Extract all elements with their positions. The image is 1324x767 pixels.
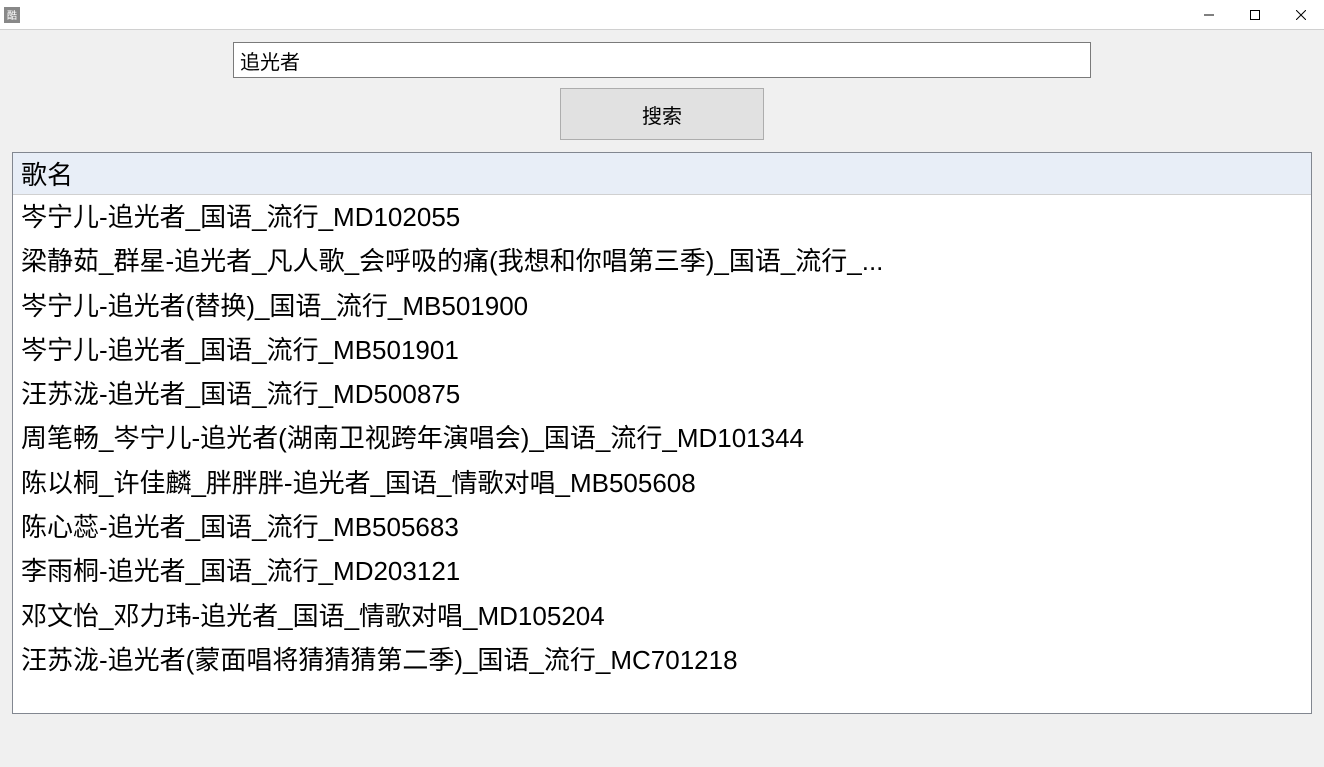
app-icon: 酷 (4, 7, 20, 23)
minimize-icon (1204, 10, 1214, 20)
button-row: 搜索 (12, 88, 1312, 140)
maximize-button[interactable] (1232, 0, 1278, 29)
titlebar-buttons (1186, 0, 1324, 29)
close-icon (1296, 10, 1306, 20)
list-item[interactable]: 汪苏泷-追光者(蒙面唱将猜猜猜第二季)_国语_流行_MC701218 (13, 638, 1311, 682)
results-list: 歌名 岑宁儿-追光者_国语_流行_MD102055 梁静茹_群星-追光者_凡人歌… (12, 152, 1312, 714)
content-area: 搜索 歌名 岑宁儿-追光者_国语_流行_MD102055 梁静茹_群星-追光者_… (0, 30, 1324, 726)
titlebar: 酷 (0, 0, 1324, 30)
list-item[interactable]: 李雨桐-追光者_国语_流行_MD203121 (13, 549, 1311, 593)
minimize-button[interactable] (1186, 0, 1232, 29)
list-item[interactable]: 陈以桐_许佳麟_胖胖胖-追光者_国语_情歌对唱_MB505608 (13, 461, 1311, 505)
list-item[interactable]: 汪苏泷-追光者_国语_流行_MD500875 (13, 372, 1311, 416)
search-row (12, 42, 1312, 78)
list-item[interactable]: 邓文怡_邓力玮-追光者_国语_情歌对唱_MD105204 (13, 594, 1311, 638)
titlebar-left: 酷 (0, 7, 26, 23)
maximize-icon (1250, 10, 1260, 20)
close-button[interactable] (1278, 0, 1324, 29)
list-item[interactable]: 陈心蕊-追光者_国语_流行_MB505683 (13, 505, 1311, 549)
search-input[interactable] (233, 42, 1091, 78)
list-header[interactable]: 歌名 (13, 153, 1311, 195)
list-item[interactable]: 岑宁儿-追光者_国语_流行_MD102055 (13, 195, 1311, 239)
list-body: 岑宁儿-追光者_国语_流行_MD102055 梁静茹_群星-追光者_凡人歌_会呼… (13, 195, 1311, 682)
list-item[interactable]: 周笔畅_岑宁儿-追光者(湖南卫视跨年演唱会)_国语_流行_MD101344 (13, 416, 1311, 460)
list-item[interactable]: 岑宁儿-追光者_国语_流行_MB501901 (13, 328, 1311, 372)
list-item[interactable]: 岑宁儿-追光者(替换)_国语_流行_MB501900 (13, 284, 1311, 328)
search-button[interactable]: 搜索 (560, 88, 764, 140)
list-item[interactable]: 梁静茹_群星-追光者_凡人歌_会呼吸的痛(我想和你唱第三季)_国语_流行_... (13, 239, 1311, 283)
